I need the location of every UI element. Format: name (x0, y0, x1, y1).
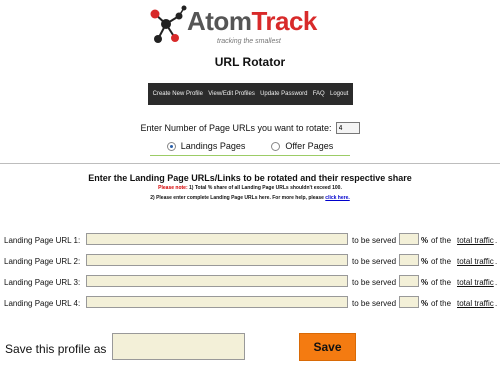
radio-landing-pages[interactable]: Landings Pages (166, 141, 246, 151)
url-row-4: Landing Page URL 4: to be served % of th… (4, 295, 498, 311)
period-3: . (495, 278, 498, 287)
url-row-1: Landing Page URL 1: to be served % of th… (4, 232, 498, 248)
url-label-1: Landing Page URL 1: (4, 236, 81, 245)
share-input-4[interactable] (399, 296, 419, 308)
nav-logout[interactable]: Logout (330, 91, 348, 97)
radio-landing-pages-circle[interactable] (166, 141, 176, 151)
served-text-1: to be served (352, 236, 397, 245)
served-text-2: to be served (352, 257, 397, 266)
instructions-note1: Please note: 1) Total % share of all Lan… (0, 185, 500, 191)
period-4: . (495, 299, 498, 308)
brand-name-atom: Atom (187, 6, 252, 36)
of-text-4: of the (431, 299, 452, 308)
percent-sign-1: % (421, 236, 429, 245)
radio-landing-pages-label: Landings Pages (180, 141, 246, 151)
save-profile-label: Save this profile as (5, 342, 107, 356)
landing-url-input-2[interactable] (86, 254, 348, 266)
url-row-3: Landing Page URL 3: to be served % of th… (4, 274, 498, 290)
nav-create-new-profile[interactable]: Create New Profile (153, 91, 203, 97)
section-divider (0, 163, 500, 164)
total-traffic-link-2[interactable]: total traffic (457, 257, 494, 266)
page-count-row: Enter Number of Page URLs you want to ro… (0, 122, 500, 134)
profile-name-input[interactable] (112, 333, 245, 360)
percent-sign-2: % (421, 257, 429, 266)
brand-name-track: Track (251, 6, 317, 36)
share-input-2[interactable] (399, 254, 419, 266)
page-title: URL Rotator (214, 55, 286, 69)
molecule-logo-icon (150, 5, 187, 43)
period-2: . (495, 257, 498, 266)
page-count-label: Enter Number of Page URLs you want to ro… (140, 123, 332, 133)
percent-sign-4: % (421, 299, 429, 308)
landing-url-input-3[interactable] (86, 275, 348, 287)
page-type-radio-group: Landings Pages Offer Pages (0, 141, 500, 151)
page-count-input[interactable] (335, 122, 360, 134)
of-text-1: of the (431, 236, 452, 245)
of-text-2: of the (431, 257, 452, 266)
divider-green (150, 155, 350, 156)
served-text-3: to be served (352, 278, 397, 287)
nav-view-edit-profiles[interactable]: View/Edit Profiles (208, 91, 255, 97)
help-link[interactable]: click here. (325, 195, 349, 201)
instructions-heading: Enter the Landing Page URLs/Links to be … (88, 173, 412, 183)
url-label-3: Landing Page URL 3: (4, 278, 81, 287)
share-input-3[interactable] (399, 275, 419, 287)
brand-tagline: tracking the smallest (217, 38, 281, 45)
radio-offer-pages[interactable]: Offer Pages (271, 141, 333, 151)
save-button[interactable]: Save (299, 333, 356, 361)
note-prefix: Please note: (158, 185, 188, 191)
total-traffic-link-4[interactable]: total traffic (457, 299, 494, 308)
url-label-2: Landing Page URL 2: (4, 257, 81, 266)
total-traffic-link-1[interactable]: total traffic (457, 236, 494, 245)
total-traffic-link-3[interactable]: total traffic (457, 278, 494, 287)
nav-update-password[interactable]: Update Password (260, 91, 307, 97)
radio-offer-pages-label: Offer Pages (285, 141, 334, 151)
atomtrack-logo: AtomTrack tracking the smallest (149, 4, 317, 50)
of-text-3: of the (431, 278, 452, 287)
note2-text: 2) Please enter complete Landing Page UR… (150, 195, 326, 201)
landing-url-input-1[interactable] (86, 233, 348, 245)
url-row-2: Landing Page URL 2: to be served % of th… (4, 253, 498, 269)
note1-text: 1) Total % share of all Landing Page URL… (187, 185, 342, 191)
share-input-1[interactable] (399, 233, 419, 245)
brand-name: AtomTrack (187, 7, 317, 35)
period-1: . (495, 236, 498, 245)
instructions-note2: 2) Please enter complete Landing Page UR… (0, 195, 500, 201)
percent-sign-3: % (421, 278, 429, 287)
landing-url-input-4[interactable] (86, 296, 348, 308)
url-label-4: Landing Page URL 4: (4, 299, 81, 308)
radio-offer-pages-circle[interactable] (271, 141, 281, 151)
served-text-4: to be served (352, 299, 397, 308)
main-nav: Create New Profile View/Edit Profiles Up… (148, 83, 353, 105)
nav-faq[interactable]: FAQ (313, 91, 325, 97)
